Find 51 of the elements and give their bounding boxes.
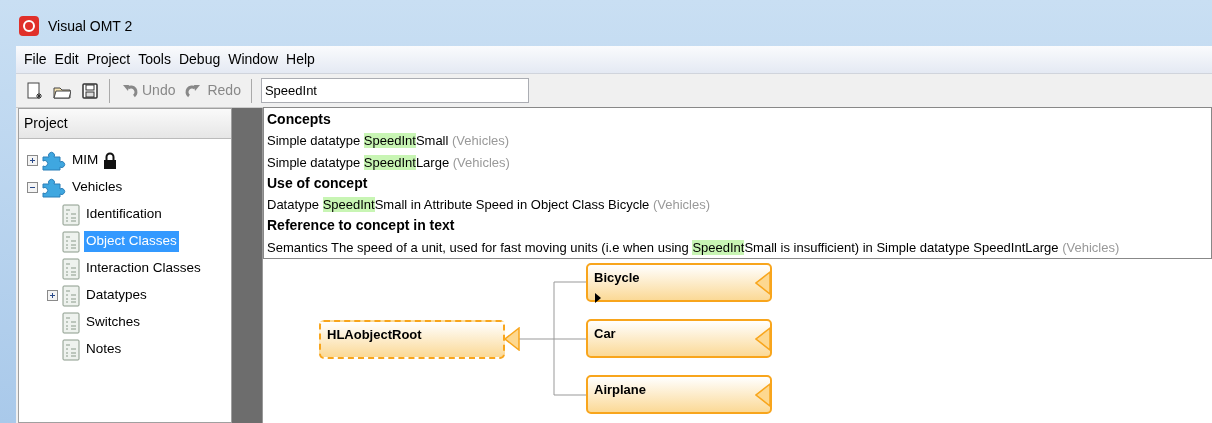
menu-item[interactable]: File xyxy=(20,47,51,72)
expand-icon[interactable] xyxy=(47,290,58,301)
puzzle-icon xyxy=(41,177,67,198)
class-name: HLAobjectRoot xyxy=(327,327,422,342)
result-item[interactable]: Simple datatype SpeedIntSmall (Vehicles) xyxy=(267,130,1208,152)
class-node[interactable]: HLAobjectRoot xyxy=(319,320,505,359)
class-node[interactable]: Car xyxy=(586,319,772,358)
result-heading: Concepts xyxy=(267,110,332,129)
save-icon xyxy=(81,81,99,100)
result-heading: Reference to concept in text xyxy=(267,216,456,236)
expand-icon[interactable] xyxy=(27,155,38,166)
document-icon xyxy=(61,338,81,361)
new-document-icon xyxy=(25,81,43,100)
inheritance-arrow-icon xyxy=(755,327,771,351)
inheritance-arrow-icon xyxy=(504,327,520,351)
menu-item[interactable]: Tools xyxy=(134,47,175,72)
tree-item[interactable]: MIM xyxy=(70,150,101,171)
inheritance-arrow-icon xyxy=(755,383,771,407)
menu-item[interactable]: Edit xyxy=(50,47,83,72)
result-heading: Use of concept xyxy=(267,173,369,193)
search-field[interactable]: SpeedInt xyxy=(260,78,529,103)
result-item[interactable]: Datatype SpeedIntSmall in Attribute Speed in Object Class Bicycle (Vehicles) xyxy=(267,194,1208,216)
collapse-icon[interactable] xyxy=(27,182,38,193)
panel-header: Project xyxy=(19,109,231,139)
class-name: Bicycle xyxy=(594,270,640,285)
menu-item[interactable]: Help xyxy=(282,47,319,72)
class-name: Airplane xyxy=(594,382,646,397)
puzzle-icon xyxy=(41,150,67,171)
document-icon xyxy=(61,257,81,280)
document-icon xyxy=(61,230,81,253)
document-icon xyxy=(61,284,81,307)
document-icon xyxy=(61,311,81,334)
menu-item[interactable]: Project xyxy=(82,47,135,72)
tree-item[interactable]: Datatypes xyxy=(84,285,149,306)
expand-arrow-icon[interactable] xyxy=(594,292,602,305)
inheritance-arrow-icon xyxy=(755,271,771,295)
window-title: Visual OMT 2 xyxy=(48,16,133,36)
class-name: Car xyxy=(594,326,616,341)
class-node[interactable]: Airplane xyxy=(586,375,772,414)
tree-item[interactable]: Identification xyxy=(84,204,164,225)
menu-item[interactable]: Debug xyxy=(174,47,225,72)
tree-item[interactable]: Interaction Classes xyxy=(84,258,203,279)
document-icon xyxy=(61,203,81,226)
tree-item[interactable]: Notes xyxy=(84,339,124,360)
tree-item[interactable]: Switches xyxy=(84,312,143,333)
class-node[interactable]: Bicycle xyxy=(586,263,772,302)
result-item[interactable]: Simple datatype SpeedIntLarge (Vehicles) xyxy=(267,151,1208,173)
app-icon xyxy=(18,15,40,37)
result-item[interactable]: Semantics The speed of a unit, used for fast moving units (i.e when using SpeedIntSmall is insufficient) in Simple datatype SpeedIntLarge (Vehicles) xyxy=(267,236,1208,259)
menu-item[interactable]: Window xyxy=(224,47,282,72)
tree-item[interactable]: Vehicles xyxy=(70,177,125,198)
